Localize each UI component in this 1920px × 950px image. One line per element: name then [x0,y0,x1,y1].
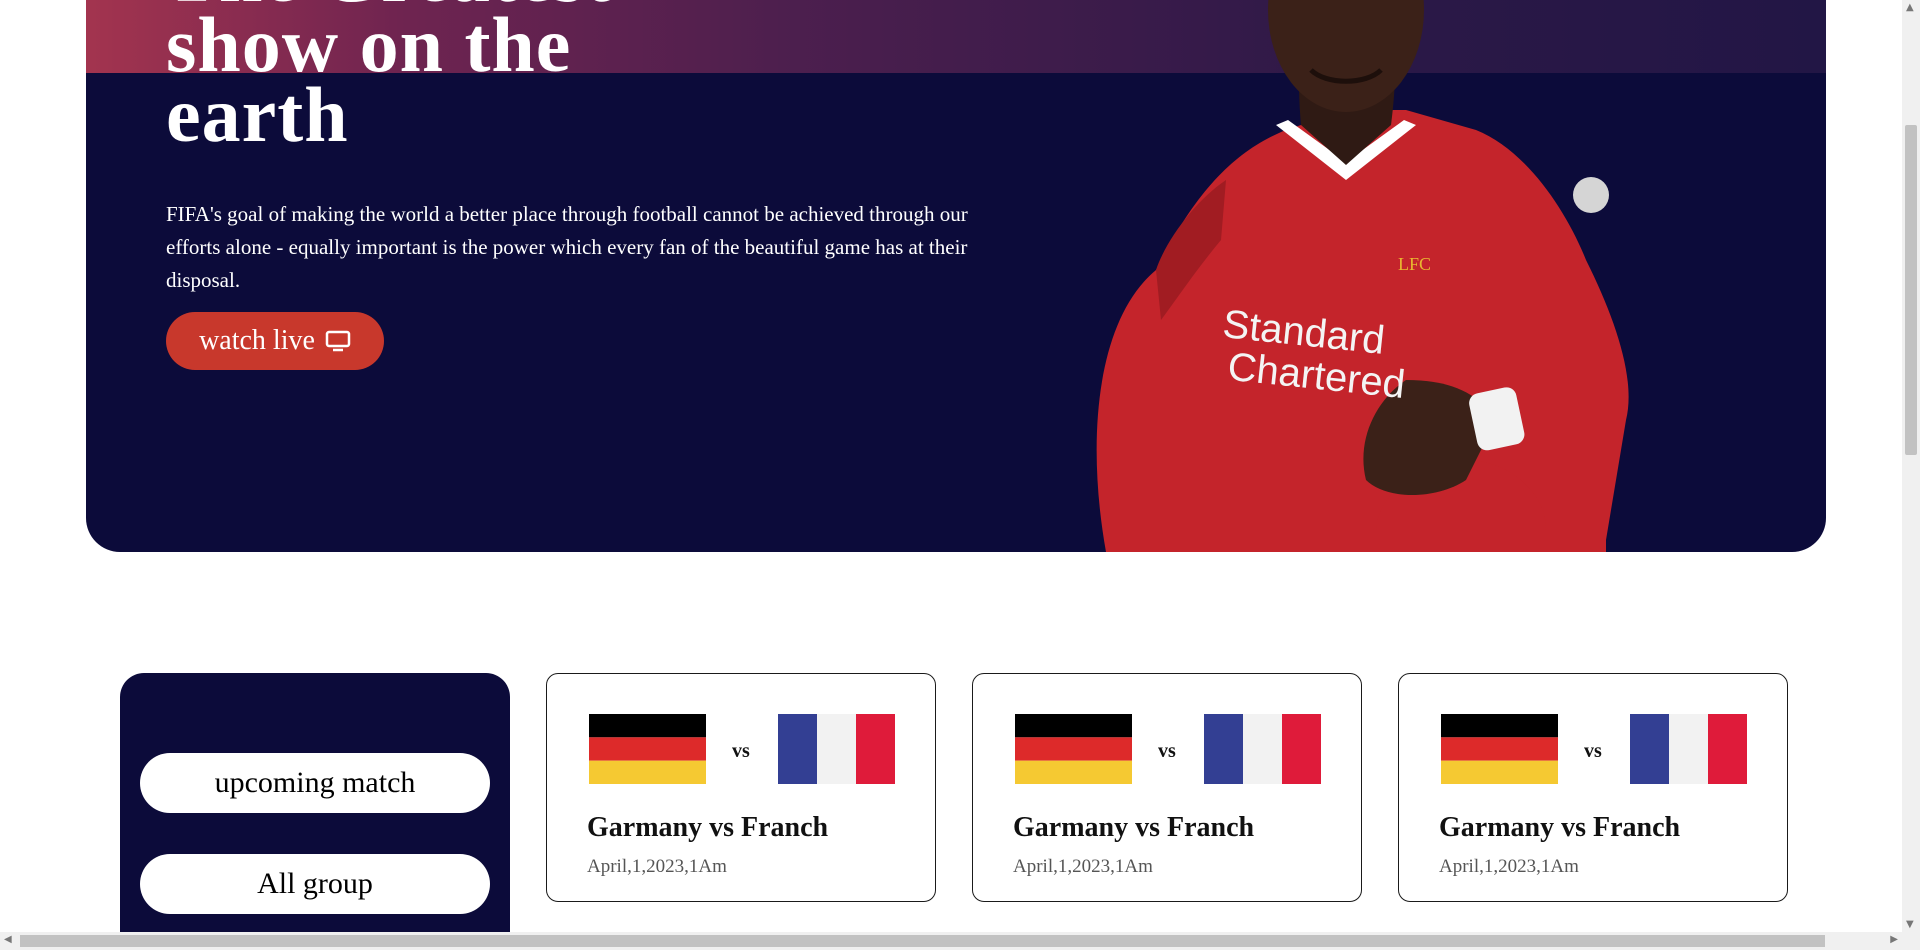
vs-label: vs [732,740,750,762]
all-group-label: All group [257,867,373,900]
upcoming-match-label: upcoming match [214,766,416,799]
match-card[interactable]: vs Garmany vs Franch April,1,2023,1Am [972,673,1362,902]
hero-title: The Greatest show on the earth [166,0,686,154]
germany-flag-icon [1015,714,1132,784]
match-date: April,1,2023,1Am [1013,856,1153,877]
scroll-up-arrow-icon[interactable]: ▲ [1906,2,1914,13]
match-title: Garmany vs Franch [1013,812,1255,843]
match-card[interactable]: vs Garmany vs Franch April,1,2023,1Am [546,673,936,902]
match-title: Garmany vs Franch [587,812,829,843]
vertical-scrollbar-thumb[interactable] [1905,125,1917,455]
match-date: April,1,2023,1Am [1439,856,1579,877]
vs-label: vs [1584,740,1602,762]
upcoming-match-button[interactable]: upcoming match [140,753,490,813]
france-flag-icon [778,714,895,784]
vs-label: vs [1158,740,1176,762]
scroll-right-arrow-icon[interactable]: ▶ [1890,934,1898,945]
all-group-button[interactable]: All group [140,854,490,914]
scroll-left-arrow-icon[interactable]: ◀ [4,934,12,945]
watch-live-button[interactable]: watch live [166,312,384,370]
tv-icon [325,330,351,352]
germany-flag-icon [589,714,706,784]
player-image: Standard Chartered LFC [1096,0,1629,552]
hero-banner: The Greatest show on the earth FIFA's go… [86,0,1826,552]
horizontal-scrollbar[interactable]: ◀ ▶ [0,932,1902,950]
hero-title-line3: earth [166,71,349,158]
hero-description: FIFA's goal of making the world a better… [166,202,968,292]
vertical-scrollbar[interactable]: ▲ ▼ [1902,0,1920,950]
horizontal-scrollbar-thumb[interactable] [20,935,1825,947]
france-flag-icon [1204,714,1321,784]
france-flag-icon [1630,714,1747,784]
scroll-down-arrow-icon[interactable]: ▼ [1906,919,1914,930]
badge-icon [1573,177,1609,213]
watch-live-label: watch live [199,325,315,356]
match-title: Garmany vs Franch [1439,812,1681,843]
jersey-crest: LFC [1398,254,1431,274]
match-card[interactable]: vs Garmany vs Franch April,1,2023,1Am [1398,673,1788,902]
germany-flag-icon [1441,714,1558,784]
side-menu-panel: upcoming match All group [120,673,510,933]
match-date: April,1,2023,1Am [587,856,727,877]
